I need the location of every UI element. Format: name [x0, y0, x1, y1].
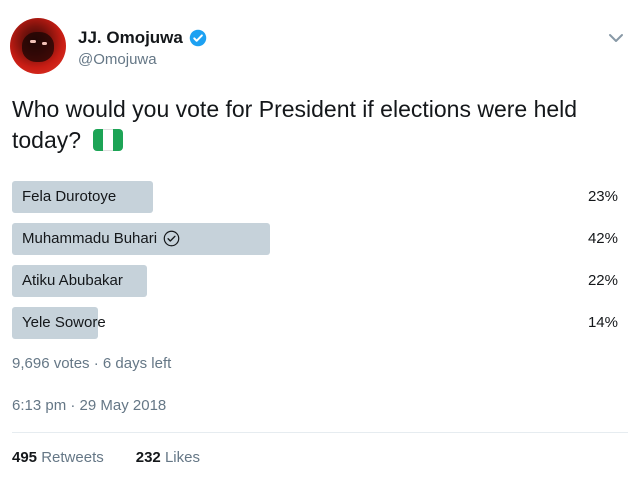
avatar[interactable]	[10, 18, 66, 74]
divider	[12, 432, 628, 433]
chevron-down-icon[interactable]	[606, 28, 626, 48]
poll-option-percent: 22%	[587, 272, 618, 289]
retweets-count: 495	[12, 449, 38, 466]
poll-option-percent: 14%	[587, 314, 618, 331]
avatar-face	[22, 32, 54, 62]
timestamp-date: 29 May 2018	[79, 397, 167, 414]
poll-votes: 9,696 votes	[12, 355, 90, 372]
tweet-stats: 495 Retweets 232 Likes	[12, 449, 200, 466]
retweets-stat[interactable]: 495 Retweets	[12, 449, 104, 466]
avatar-detail	[42, 42, 47, 45]
poll-option[interactable]: Fela Durotoye 23%	[12, 181, 620, 213]
poll-option[interactable]: Atiku Abubakar 22%	[12, 265, 620, 297]
selected-check-icon	[163, 230, 180, 247]
poll: Fela Durotoye 23% Muhammadu Buhari 42% A…	[12, 181, 620, 349]
timestamp-separator: ·	[70, 397, 76, 414]
retweets-label: Retweets	[41, 449, 104, 466]
poll-option[interactable]: Yele Sowore 14%	[12, 307, 620, 339]
avatar-detail	[30, 40, 36, 43]
poll-option-percent: 23%	[587, 188, 618, 205]
poll-option-label: Fela Durotoye	[22, 188, 117, 205]
nigeria-flag-icon	[93, 129, 124, 151]
timestamp[interactable]: 6:13 pm · 29 May 2018	[12, 397, 166, 414]
verified-badge-icon	[189, 29, 207, 47]
display-name[interactable]: JJ. Omojuwa	[78, 28, 183, 48]
author-name-row: JJ. Omojuwa	[78, 28, 207, 48]
timestamp-time: 6:13 pm	[12, 397, 67, 414]
poll-option[interactable]: Muhammadu Buhari 42%	[12, 223, 620, 255]
likes-stat[interactable]: 232 Likes	[136, 449, 200, 466]
poll-option-percent: 42%	[587, 230, 618, 247]
poll-separator: ·	[93, 355, 99, 372]
likes-count: 232	[135, 449, 161, 466]
user-handle[interactable]: @Omojuwa	[78, 51, 157, 68]
poll-option-label: Yele Sowore	[22, 314, 106, 331]
poll-option-label: Atiku Abubakar	[22, 272, 123, 289]
poll-meta: 9,696 votes · 6 days left	[12, 355, 171, 372]
poll-time-left: 6 days left	[102, 355, 172, 372]
likes-label: Likes	[164, 449, 200, 466]
poll-option-label: Muhammadu Buhari	[22, 230, 180, 247]
tweet-text: Who would you vote for President if elec…	[12, 94, 622, 156]
